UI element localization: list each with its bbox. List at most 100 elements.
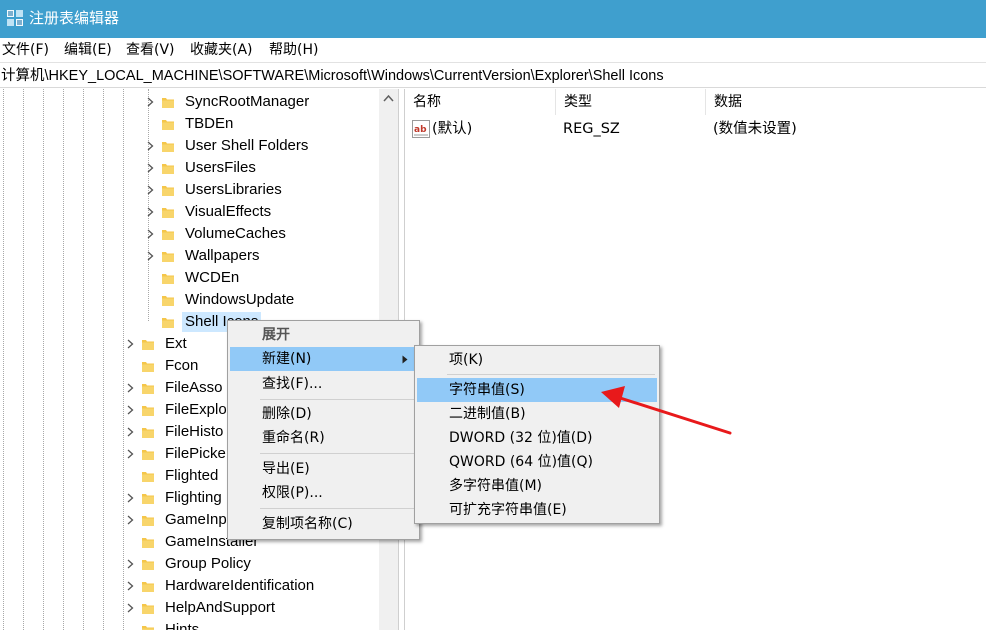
tree-guide-line bbox=[43, 89, 44, 630]
menu-item-multi-string-value[interactable]: 多字符串值(M) bbox=[417, 474, 657, 498]
menu-item-expandable-string-value[interactable]: 可扩充字符串值(E) bbox=[417, 498, 657, 522]
tree-guide-line bbox=[83, 89, 84, 630]
chevron-right-icon[interactable] bbox=[127, 603, 134, 613]
folder-icon bbox=[142, 538, 154, 548]
tree-node-label[interactable]: FileAsso bbox=[165, 378, 223, 398]
tree-node-label[interactable]: VisualEffects bbox=[185, 202, 271, 222]
chevron-right-icon[interactable] bbox=[147, 251, 154, 261]
tree-node-label[interactable]: Flighting bbox=[165, 488, 222, 508]
folder-icon bbox=[142, 582, 154, 592]
folder-icon bbox=[162, 274, 174, 284]
folder-icon bbox=[162, 142, 174, 152]
menu-item-expand[interactable]: 展开 bbox=[230, 323, 417, 347]
chevron-right-icon[interactable] bbox=[127, 449, 134, 459]
menu-bar: 文件(F) 编辑(E) 查看(V) 收藏夹(A) 帮助(H) bbox=[0, 38, 986, 62]
menu-item-export[interactable]: 导出(E) bbox=[230, 457, 417, 481]
folder-icon bbox=[162, 186, 174, 196]
column-header-type[interactable]: 类型 bbox=[556, 89, 706, 115]
tree-node-label[interactable]: Fcon bbox=[165, 356, 198, 376]
string-value-icon: ab bbox=[412, 120, 430, 138]
menu-view[interactable]: 查看(V) bbox=[126, 41, 175, 59]
value-row[interactable]: ab (默认) REG_SZ (数值未设置) bbox=[405, 118, 986, 140]
folder-icon bbox=[142, 384, 154, 394]
folder-icon bbox=[162, 318, 174, 328]
folder-icon bbox=[162, 120, 174, 130]
chevron-right-icon[interactable] bbox=[127, 339, 134, 349]
menu-item-qword-value[interactable]: QWORD (64 位)值(Q) bbox=[417, 450, 657, 474]
context-menu: 展开 新建(N) 查找(F)... 删除(D) 重命名(R) 导出(E) 权限(… bbox=[227, 320, 420, 540]
chevron-right-icon[interactable] bbox=[127, 559, 134, 569]
chevron-right-icon[interactable] bbox=[127, 515, 134, 525]
column-header-name[interactable]: 名称 bbox=[405, 89, 556, 115]
tree-node-label[interactable]: TBDEn bbox=[185, 114, 233, 134]
tree-guide-line bbox=[123, 89, 124, 630]
chevron-right-icon[interactable] bbox=[147, 141, 154, 151]
chevron-up-icon[interactable] bbox=[383, 94, 394, 102]
chevron-right-icon[interactable] bbox=[147, 229, 154, 239]
tree-node-label[interactable]: UsersLibraries bbox=[185, 180, 282, 200]
folder-icon bbox=[142, 516, 154, 526]
menu-item-permissions[interactable]: 权限(P)... bbox=[230, 481, 417, 505]
tree-node-label[interactable]: FilePicke bbox=[165, 444, 226, 464]
chevron-right-icon[interactable] bbox=[127, 427, 134, 437]
menu-item-delete[interactable]: 删除(D) bbox=[230, 402, 417, 426]
menu-item-find[interactable]: 查找(F)... bbox=[230, 372, 417, 396]
chevron-right-icon[interactable] bbox=[147, 97, 154, 107]
tree-node-label[interactable]: Hints bbox=[165, 620, 199, 630]
folder-icon bbox=[142, 450, 154, 460]
tree-node-label[interactable]: Group Policy bbox=[165, 554, 251, 574]
folder-icon bbox=[142, 340, 154, 350]
tree-node-label[interactable]: WindowsUpdate bbox=[185, 290, 294, 310]
menu-item-copy-key-name[interactable]: 复制项名称(C) bbox=[230, 512, 417, 536]
menu-item-rename[interactable]: 重命名(R) bbox=[230, 426, 417, 450]
chevron-right-icon[interactable] bbox=[127, 493, 134, 503]
folder-icon bbox=[142, 472, 154, 482]
chevron-right-icon[interactable] bbox=[127, 581, 134, 591]
title-bar: 注册表编辑器 bbox=[0, 0, 986, 38]
menu-item-new[interactable]: 新建(N) bbox=[230, 347, 417, 371]
chevron-right-icon[interactable] bbox=[147, 207, 154, 217]
folder-icon bbox=[142, 428, 154, 438]
tree-guide-line bbox=[63, 89, 64, 630]
chevron-right-icon[interactable] bbox=[127, 383, 134, 393]
address-path[interactable]: 计算机\HKEY_LOCAL_MACHINE\SOFTWARE\Microsof… bbox=[1, 67, 664, 85]
folder-icon bbox=[142, 626, 154, 630]
tree-node-label[interactable]: UsersFiles bbox=[185, 158, 256, 178]
tree-node-label[interactable]: GameInp bbox=[165, 510, 227, 530]
folder-icon bbox=[142, 406, 154, 416]
menu-file[interactable]: 文件(F) bbox=[2, 41, 49, 59]
window-title: 注册表编辑器 bbox=[29, 9, 120, 27]
tree-node-label[interactable]: User Shell Folders bbox=[185, 136, 308, 156]
folder-icon bbox=[162, 208, 174, 218]
menu-separator bbox=[447, 374, 655, 375]
tree-node-label[interactable]: Wallpapers bbox=[185, 246, 259, 266]
tree-node-label[interactable]: Flighted bbox=[165, 466, 218, 486]
tree-node-label[interactable]: HelpAndSupport bbox=[165, 598, 275, 618]
tree-node-label[interactable]: VolumeCaches bbox=[185, 224, 286, 244]
folder-icon bbox=[162, 252, 174, 262]
folder-icon bbox=[142, 604, 154, 614]
menu-separator bbox=[260, 508, 415, 509]
address-bar[interactable]: 计算机\HKEY_LOCAL_MACHINE\SOFTWARE\Microsof… bbox=[0, 62, 986, 88]
menu-separator bbox=[260, 399, 415, 400]
menu-item-new-key[interactable]: 项(K) bbox=[417, 348, 657, 372]
annotation-arrow-icon bbox=[601, 386, 732, 435]
chevron-right-icon[interactable] bbox=[147, 185, 154, 195]
tree-guide-line bbox=[103, 89, 104, 630]
tree-node-label[interactable]: FileHisto bbox=[165, 422, 223, 442]
menu-help[interactable]: 帮助(H) bbox=[269, 41, 318, 59]
tree-guide-line bbox=[3, 89, 4, 630]
tree-node-label[interactable]: Ext bbox=[165, 334, 187, 354]
folder-icon bbox=[162, 296, 174, 306]
tree-node-label[interactable]: FileExplo bbox=[165, 400, 227, 420]
menu-favorites[interactable]: 收藏夹(A) bbox=[190, 41, 253, 59]
tree-node-label[interactable]: HardwareIdentification bbox=[165, 576, 314, 596]
tree-node-label[interactable]: SyncRootManager bbox=[185, 92, 309, 112]
value-name: (默认) bbox=[432, 121, 473, 137]
chevron-right-icon[interactable] bbox=[147, 163, 154, 173]
menu-edit[interactable]: 编辑(E) bbox=[64, 41, 112, 59]
chevron-right-icon[interactable] bbox=[127, 405, 134, 415]
regedit-icon bbox=[7, 10, 23, 26]
tree-node-label[interactable]: WCDEn bbox=[185, 268, 239, 288]
column-header-data[interactable]: 数据 bbox=[706, 89, 986, 115]
